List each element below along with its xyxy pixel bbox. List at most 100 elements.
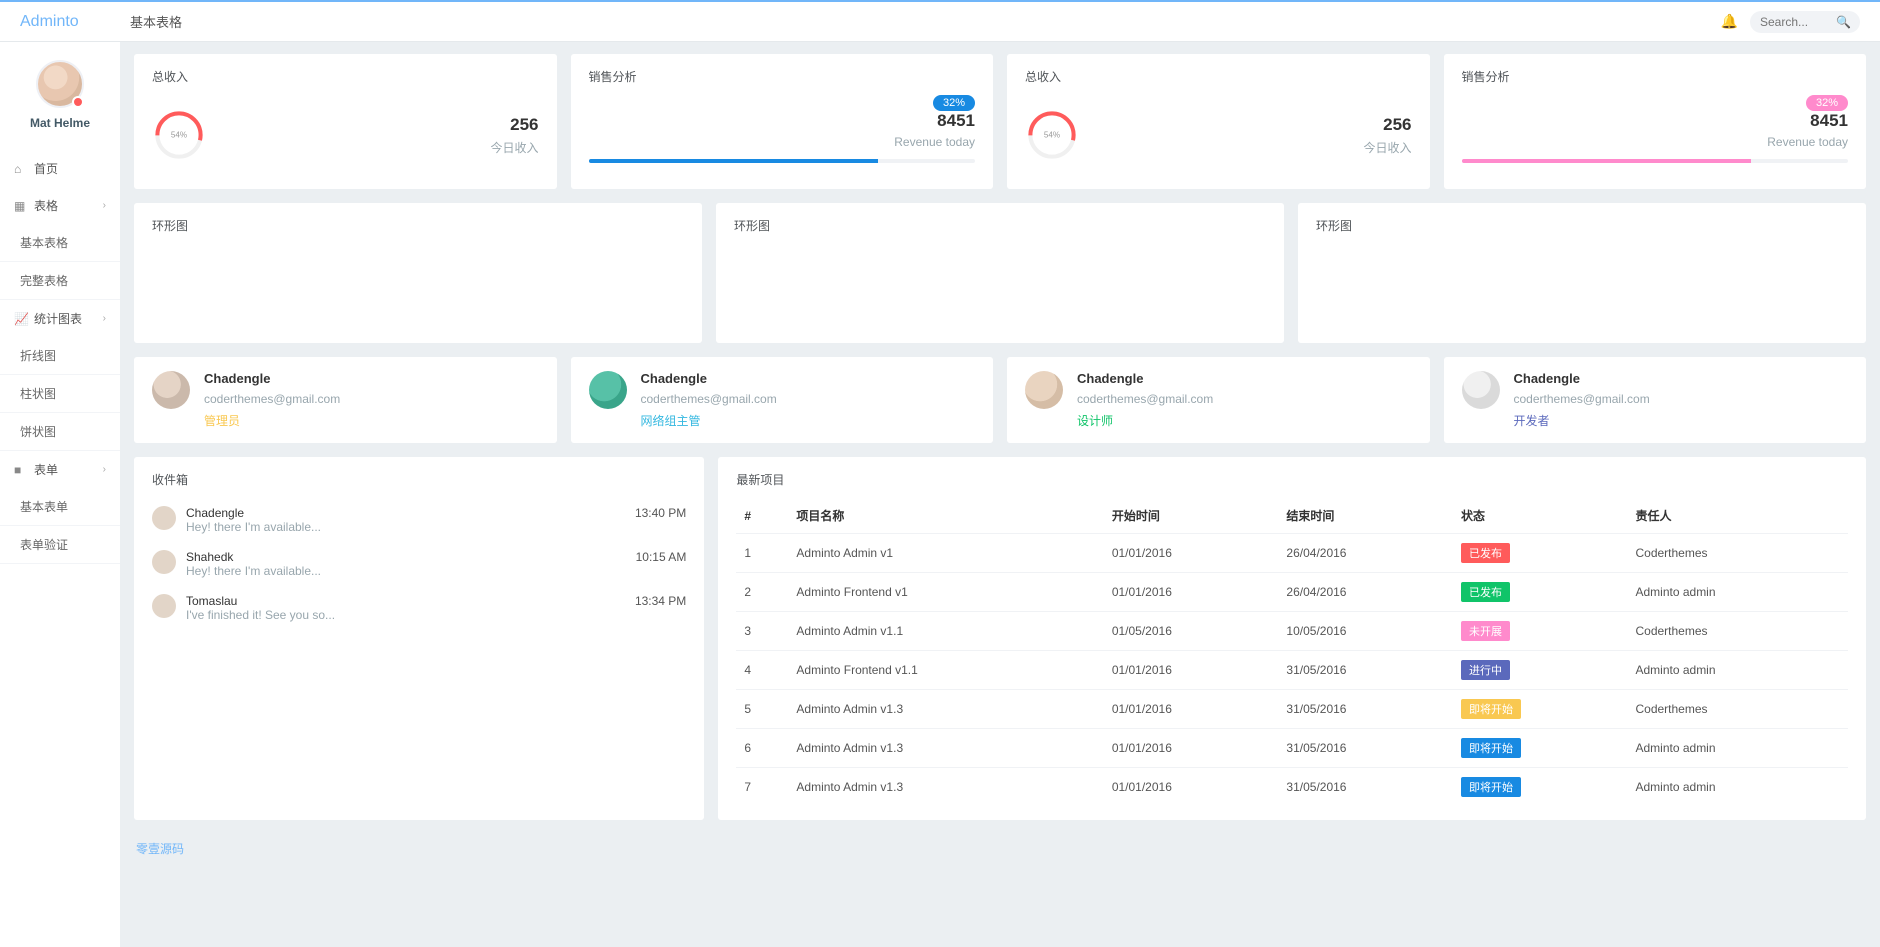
cell-end: 31/05/2016 [1278, 690, 1453, 729]
inbox-item[interactable]: ChadengleHey! there I'm available...13:4… [152, 498, 686, 542]
footer-link[interactable]: 零壹源码 [134, 836, 186, 861]
table-row[interactable]: 5Adminto Admin v1.301/01/201631/05/2016即… [736, 690, 1848, 729]
card-ring-1: 环形图 [134, 203, 702, 343]
file-icon: ■ [14, 463, 27, 477]
table-row[interactable]: 1Adminto Admin v101/01/201626/04/2016已发布… [736, 534, 1848, 573]
user-card-name: Chadengle [641, 371, 777, 386]
chevron-right-icon: › [103, 200, 106, 211]
cell-idx: 5 [736, 690, 788, 729]
card-title: 总收入 [152, 68, 539, 85]
cell-start: 01/01/2016 [1104, 768, 1279, 807]
bell-icon[interactable]: 🔔 [1721, 13, 1738, 30]
card-sales-1: 销售分析 32% 8451 Revenue today [571, 54, 994, 189]
grid-icon: ▦ [14, 199, 27, 213]
cell-end: 31/05/2016 [1278, 768, 1453, 807]
user-card-role[interactable]: 设计师 [1077, 412, 1213, 429]
table-row[interactable]: 2Adminto Frontend v101/01/201626/04/2016… [736, 573, 1848, 612]
card-title: 最新项目 [736, 471, 1848, 488]
user-avatar[interactable] [1462, 371, 1500, 409]
cell-start: 01/01/2016 [1104, 573, 1279, 612]
user-avatar[interactable] [1025, 371, 1063, 409]
cell-start: 01/01/2016 [1104, 534, 1279, 573]
chevron-right-icon: › [103, 464, 106, 475]
nav-label: 表单 [34, 461, 58, 478]
search-input[interactable] [1760, 15, 1830, 29]
cell-end: 10/05/2016 [1278, 612, 1453, 651]
nav-label: 表格 [34, 197, 58, 214]
user-avatar[interactable] [152, 371, 190, 409]
status-badge: 即将开始 [1461, 699, 1521, 719]
table-row[interactable]: 3Adminto Admin v1.101/05/201610/05/2016未… [736, 612, 1848, 651]
nav-tables-basic[interactable]: 基本表格 [0, 224, 120, 262]
card-title: 销售分析 [589, 68, 976, 85]
cell-end: 31/05/2016 [1278, 729, 1453, 768]
card-title: 环形图 [152, 217, 684, 234]
stat-sub: 今日收入 [220, 139, 539, 156]
cell-name: Adminto Frontend v1 [788, 573, 1103, 612]
nav-tables[interactable]: ▦ 表格 › [0, 187, 120, 224]
user-card-role[interactable]: 管理员 [204, 412, 340, 429]
inbox-time: 10:15 AM [636, 550, 687, 564]
status-badge: 已发布 [1461, 543, 1510, 563]
nav-home[interactable]: ⌂ 首页 [0, 150, 120, 187]
th-owner: 责任人 [1627, 498, 1848, 534]
cell-name: Adminto Admin v1 [788, 534, 1103, 573]
stat-value: 8451 [589, 111, 976, 131]
cell-end: 26/04/2016 [1278, 534, 1453, 573]
stat-value: 256 [220, 115, 539, 135]
user-card-email: coderthemes@gmail.com [1077, 392, 1213, 406]
cell-start: 01/01/2016 [1104, 729, 1279, 768]
nav-forms-basic[interactable]: 基本表单 [0, 488, 120, 526]
nav-charts-pie[interactable]: 饼状图 [0, 413, 120, 451]
user-card: Chadenglecoderthemes@gmail.com网络组主管 [571, 357, 994, 443]
table-row[interactable]: 6Adminto Admin v1.301/01/201631/05/2016即… [736, 729, 1848, 768]
user-card-email: coderthemes@gmail.com [204, 392, 340, 406]
cell-name: Adminto Admin v1.3 [788, 729, 1103, 768]
nav-charts-bar[interactable]: 柱状图 [0, 375, 120, 413]
card-income-2: 总收入 54% 256 今日收入 [1007, 54, 1430, 189]
nav-forms[interactable]: ■ 表单 › [0, 451, 120, 488]
stat-sub: Revenue today [589, 135, 976, 149]
inbox-avatar [152, 506, 176, 530]
user-card-name: Chadengle [204, 371, 340, 386]
cell-start: 01/01/2016 [1104, 690, 1279, 729]
search-icon[interactable]: 🔍 [1836, 15, 1851, 29]
search-box[interactable]: 🔍 [1750, 11, 1860, 33]
inbox-item[interactable]: TomaslauI've finished it! See you so...1… [152, 586, 686, 630]
nav-charts[interactable]: 📈 统计图表 › [0, 300, 120, 337]
brand-logo[interactable]: Adminto [0, 13, 120, 31]
inbox-time: 13:40 PM [635, 506, 686, 520]
table-row[interactable]: 7Adminto Admin v1.301/01/201631/05/2016即… [736, 768, 1848, 807]
user-name[interactable]: Mat Helme [0, 116, 120, 130]
nav-label: 首页 [34, 160, 58, 177]
user-avatar[interactable] [589, 371, 627, 409]
stat-value: 256 [1093, 115, 1412, 135]
user-card-name: Chadengle [1514, 371, 1650, 386]
card-title: 环形图 [734, 217, 1266, 234]
header-bar: Adminto 基本表格 🔔 🔍 [0, 2, 1880, 42]
card-income-1: 总收入 54% 256 今日收入 [134, 54, 557, 189]
user-card-role[interactable]: 网络组主管 [641, 412, 777, 429]
nav-forms-validate[interactable]: 表单验证 [0, 526, 120, 564]
card-title: 销售分析 [1462, 68, 1849, 85]
inbox-name: Tomaslau [186, 594, 625, 608]
user-card-role[interactable]: 开发者 [1514, 412, 1650, 429]
cell-start: 01/05/2016 [1104, 612, 1279, 651]
cell-owner: Coderthemes [1627, 534, 1848, 573]
cell-idx: 2 [736, 573, 788, 612]
chevron-right-icon: › [103, 313, 106, 324]
inbox-item[interactable]: ShahedkHey! there I'm available...10:15 … [152, 542, 686, 586]
nav-tables-full[interactable]: 完整表格 [0, 262, 120, 300]
cell-owner: Coderthemes [1627, 612, 1848, 651]
inbox-avatar [152, 550, 176, 574]
inbox-msg: Hey! there I'm available... [186, 564, 626, 578]
cell-idx: 7 [736, 768, 788, 807]
svg-text:54%: 54% [171, 131, 187, 140]
page-title: 基本表格 [120, 12, 182, 31]
nav-charts-line[interactable]: 折线图 [0, 337, 120, 375]
table-row[interactable]: 4Adminto Frontend v1.101/01/201631/05/20… [736, 651, 1848, 690]
cell-owner: Adminto admin [1627, 768, 1848, 807]
status-badge: 已发布 [1461, 582, 1510, 602]
user-card-name: Chadengle [1077, 371, 1213, 386]
sidebar: Mat Helme ⌂ 首页 ▦ 表格 › 基本表格 完整表格 📈 统计图表 › [0, 42, 120, 947]
